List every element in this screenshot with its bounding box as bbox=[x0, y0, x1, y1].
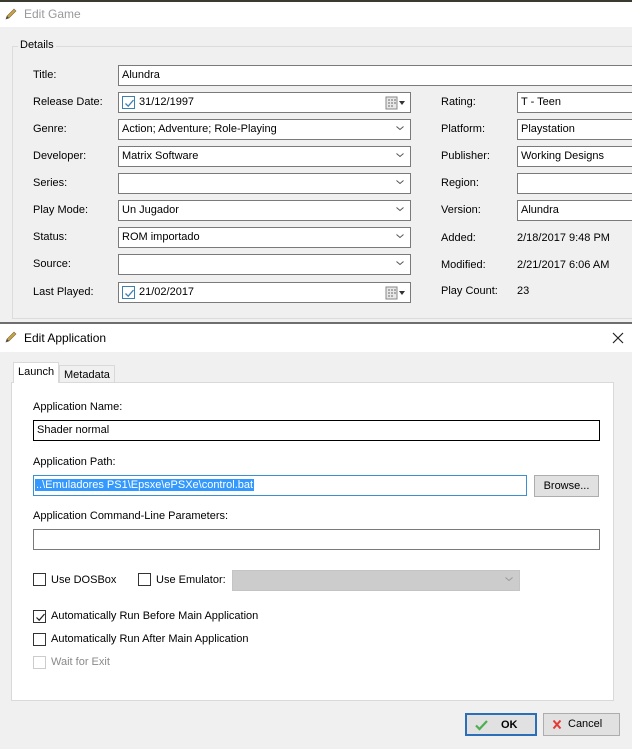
title-input[interactable]: Alundra bbox=[118, 65, 632, 86]
checkmark-icon bbox=[36, 613, 45, 622]
chevron-down-icon bbox=[396, 234, 404, 239]
developer-value: Matrix Software bbox=[122, 150, 199, 162]
ok-button[interactable]: OK bbox=[465, 713, 537, 736]
checkmark-icon bbox=[125, 289, 134, 298]
emulator-combobox[interactable] bbox=[232, 570, 520, 591]
platform-input[interactable]: Playstation bbox=[517, 119, 632, 140]
publisher-input[interactable]: Working Designs bbox=[517, 146, 632, 167]
modified-label: Modified: bbox=[441, 259, 486, 271]
application-name-label: Application Name: bbox=[33, 401, 123, 413]
play-mode-value: Un Jugador bbox=[122, 204, 179, 216]
release-date-label: Release Date: bbox=[33, 96, 103, 108]
run-before-checkbox[interactable] bbox=[33, 610, 46, 623]
source-label: Source: bbox=[33, 258, 71, 270]
tab-launch[interactable]: Launch bbox=[13, 362, 59, 383]
release-date-picker[interactable]: 31/12/1997 bbox=[118, 92, 411, 113]
edit-game-title: Edit Game bbox=[24, 7, 81, 21]
status-label: Status: bbox=[33, 231, 68, 243]
application-path-value: ..\Emuladores PS1\Epsxe\ePSXe\control.ba… bbox=[35, 479, 255, 491]
rating-input[interactable]: T - Teen bbox=[517, 92, 632, 113]
last-played-value: 21/02/2017 bbox=[139, 286, 195, 298]
developer-combobox[interactable]: Matrix Software bbox=[118, 146, 411, 167]
pencil-icon bbox=[5, 331, 17, 343]
chevron-down-icon bbox=[396, 126, 404, 131]
checkmark-icon bbox=[475, 720, 488, 731]
last-played-checkbox[interactable] bbox=[122, 286, 135, 299]
close-icon[interactable] bbox=[609, 329, 627, 347]
genre-combobox[interactable]: Action; Adventure; Role-Playing bbox=[118, 119, 411, 140]
region-input[interactable] bbox=[517, 173, 632, 194]
play-mode-label: Play Mode: bbox=[33, 204, 89, 216]
use-dosbox-label: Use DOSBox bbox=[51, 574, 117, 586]
last-played-label: Last Played: bbox=[33, 286, 94, 298]
last-played-picker[interactable]: 21/02/2017 bbox=[118, 282, 411, 303]
play-count-value: 23 bbox=[517, 285, 530, 297]
application-path-input[interactable]: ..\Emuladores PS1\Epsxe\ePSXe\control.ba… bbox=[33, 475, 527, 496]
chevron-down-icon bbox=[396, 153, 404, 158]
modified-value: 2/21/2017 6:06 AM bbox=[517, 259, 610, 271]
application-name-value: Shader normal bbox=[37, 424, 110, 436]
calendar-dropdown-icon[interactable] bbox=[385, 96, 407, 110]
x-icon bbox=[552, 719, 562, 730]
genre-label: Genre: bbox=[33, 123, 67, 135]
command-line-params-input[interactable] bbox=[33, 529, 600, 550]
version-value: Alundra bbox=[521, 204, 559, 216]
status-combobox[interactable]: ROM importado bbox=[118, 227, 411, 248]
calendar-dropdown-icon[interactable] bbox=[385, 286, 407, 300]
chevron-down-icon bbox=[396, 207, 404, 212]
run-after-label: Automatically Run After Main Application bbox=[51, 633, 249, 645]
platform-label: Platform: bbox=[441, 123, 486, 135]
cancel-label: Cancel bbox=[568, 718, 603, 730]
details-group-label: Details bbox=[18, 39, 56, 51]
title-label: Title: bbox=[33, 69, 57, 81]
edit-application-title: Edit Application bbox=[24, 331, 107, 345]
developer-label: Developer: bbox=[33, 150, 87, 162]
chevron-down-icon bbox=[505, 577, 513, 582]
tab-metadata[interactable]: Metadata bbox=[59, 365, 115, 383]
version-input[interactable]: Alundra bbox=[517, 200, 632, 221]
pencil-icon bbox=[5, 8, 17, 20]
browse-button[interactable]: Browse... bbox=[534, 475, 599, 497]
run-before-label: Automatically Run Before Main Applicatio… bbox=[51, 610, 259, 622]
ok-label: OK bbox=[501, 719, 518, 731]
release-date-value: 31/12/1997 bbox=[139, 96, 195, 108]
platform-value: Playstation bbox=[521, 123, 575, 135]
wait-for-exit-checkbox[interactable] bbox=[33, 656, 46, 669]
cancel-button[interactable]: Cancel bbox=[543, 713, 620, 736]
wait-for-exit-label: Wait for Exit bbox=[51, 656, 110, 668]
title-value: Alundra bbox=[122, 69, 160, 81]
play-mode-combobox[interactable]: Un Jugador bbox=[118, 200, 411, 221]
genre-value: Action; Adventure; Role-Playing bbox=[122, 123, 277, 135]
series-label: Series: bbox=[33, 177, 68, 189]
release-date-checkbox[interactable] bbox=[122, 96, 135, 109]
version-label: Version: bbox=[441, 204, 481, 216]
status-value: ROM importado bbox=[122, 231, 200, 243]
series-combobox[interactable] bbox=[118, 173, 411, 194]
rating-label: Rating: bbox=[441, 96, 476, 108]
chevron-down-icon bbox=[396, 180, 404, 185]
play-count-label: Play Count: bbox=[441, 285, 498, 297]
checkmark-icon bbox=[125, 99, 134, 108]
use-dosbox-checkbox[interactable] bbox=[33, 573, 46, 586]
command-line-params-label: Application Command-Line Parameters: bbox=[33, 510, 229, 522]
application-path-label: Application Path: bbox=[33, 456, 116, 468]
added-value: 2/18/2017 9:48 PM bbox=[517, 232, 610, 244]
added-label: Added: bbox=[441, 232, 476, 244]
use-emulator-label: Use Emulator: bbox=[156, 574, 226, 586]
edit-game-titlebar bbox=[0, 2, 632, 27]
rating-value: T - Teen bbox=[521, 96, 561, 108]
run-after-checkbox[interactable] bbox=[33, 633, 46, 646]
application-name-input[interactable]: Shader normal bbox=[33, 420, 600, 441]
use-emulator-checkbox[interactable] bbox=[138, 573, 151, 586]
publisher-label: Publisher: bbox=[441, 150, 490, 162]
publisher-value: Working Designs bbox=[521, 150, 604, 162]
source-combobox[interactable] bbox=[118, 254, 411, 275]
chevron-down-icon bbox=[396, 261, 404, 266]
region-label: Region: bbox=[441, 177, 479, 189]
